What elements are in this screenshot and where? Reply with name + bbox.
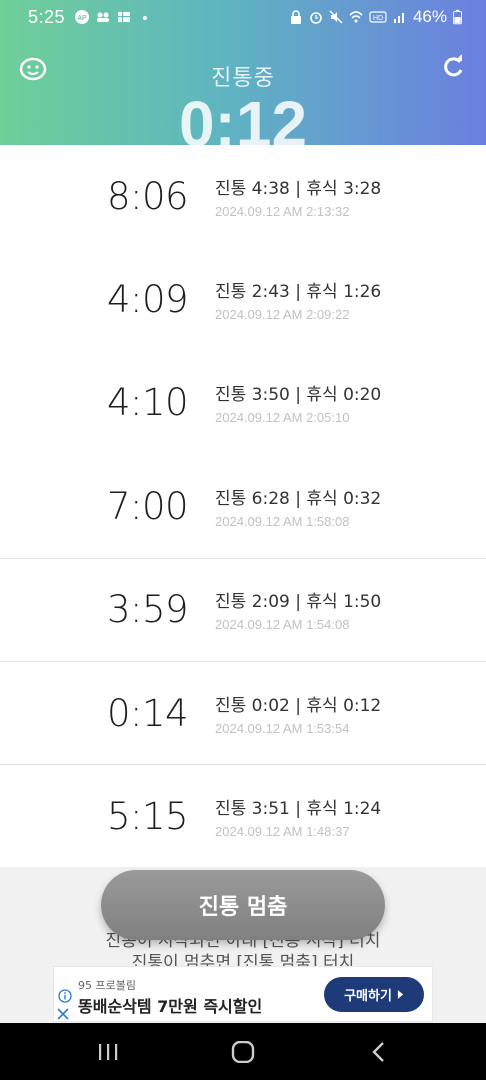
list-item[interactable]: 8:06 진통 4:38 | 휴식 3:28 2024.09.12 AM 2:1… [0, 145, 486, 248]
battery-icon [453, 9, 462, 25]
svg-text:HD: HD [373, 15, 383, 22]
record-total: 4:10 [107, 381, 189, 425]
record-date: 2024.09.12 AM 2:05:10 [215, 410, 350, 426]
record-total: 8:06 [107, 175, 189, 219]
refresh-icon[interactable] [440, 54, 466, 80]
list-item[interactable]: 5:15 진통 3:51 | 휴식 1:24 2024.09.12 AM 1:4… [0, 764, 486, 867]
record-summary: 진통 3:51 | 휴식 1:24 [215, 798, 382, 819]
list-item[interactable]: 0:14 진통 0:02 | 휴식 0:12 2024.09.12 AM 1:5… [0, 660, 486, 764]
record-summary: 진통 0:02 | 휴식 0:12 [215, 695, 382, 716]
record-total: 3:59 [107, 588, 189, 632]
hint-line: 진통이 멈추면 [진통 멈춤] 터치 [131, 953, 355, 966]
record-summary: 진통 2:09 | 휴식 1:50 [215, 592, 382, 613]
ad-banner[interactable]: 95 프로볼림 똥배순삭템 7만원 즉시할인 구매하기 [53, 966, 433, 1022]
mute-icon [329, 10, 343, 24]
navigation-bar [0, 1023, 486, 1080]
record-date: 2024.09.12 AM 2:09:22 [215, 307, 350, 323]
record-date: 2024.09.12 AM 1:58:08 [215, 513, 350, 529]
record-date: 2024.09.12 AM 1:48:37 [215, 823, 350, 839]
alarm-icon [310, 12, 322, 24]
record-summary: 진통 6:28 | 휴식 0:32 [215, 488, 382, 509]
lock-icon [290, 10, 301, 24]
record-date: 2024.09.12 AM 1:53:54 [215, 720, 350, 736]
info-icon[interactable] [58, 989, 72, 1003]
record-date: 2024.09.12 AM 2:13:32 [215, 204, 350, 220]
buy-button[interactable]: 구매하기 [324, 977, 424, 1012]
status-bar: 5:25 AP HD 46% [0, 0, 486, 34]
list-item[interactable]: 7:00 진통 6:28 | 휴식 0:32 2024.09.12 AM 1:5… [0, 455, 486, 558]
close-icon[interactable] [56, 1007, 70, 1021]
back-icon[interactable] [368, 1041, 392, 1063]
app-header: 5:25 AP HD 46% 진통중 0:12 [0, 0, 486, 145]
hd-icon: HD [369, 11, 387, 23]
svg-text:AP: AP [77, 15, 87, 22]
wifi-icon [349, 11, 363, 23]
dot-icon [143, 16, 148, 20]
grid-icon [118, 12, 131, 22]
chevron-right-icon [397, 990, 404, 999]
signal-icon [393, 13, 404, 23]
list-item[interactable]: 4:10 진통 3:50 | 휴식 0:20 2024.09.12 AM 2:0… [0, 351, 486, 454]
record-total: 5:15 [107, 794, 189, 838]
stop-contraction-button[interactable]: 진통 멈춤 [101, 870, 385, 940]
record-list: 8:06 진통 4:38 | 휴식 3:28 2024.09.12 AM 2:1… [0, 145, 486, 867]
people-icon [97, 12, 110, 22]
battery-percent: 46% [412, 7, 447, 26]
home-icon[interactable] [231, 1041, 255, 1063]
list-item[interactable]: 4:09 진통 2:43 | 휴식 1:26 2024.09.12 AM 2:0… [0, 248, 486, 351]
current-timer: 0:12 [178, 88, 308, 145]
record-total: 4:09 [107, 278, 189, 322]
buy-button-label: 구매하기 [344, 989, 392, 1004]
record-summary: 진통 4:38 | 휴식 3:28 [215, 179, 382, 200]
record-date: 2024.09.12 AM 1:54:08 [215, 617, 350, 633]
recent-apps-icon[interactable] [96, 1041, 120, 1063]
record-summary: 진통 3:50 | 휴식 0:20 [215, 385, 382, 406]
ap-icon: AP [75, 10, 90, 24]
record-total: 0:14 [107, 691, 189, 735]
status-time: 5:25 [28, 6, 66, 27]
ad-brand: 95 프로볼림 [78, 979, 136, 992]
list-item[interactable]: 3:59 진통 2:09 | 휴식 1:50 2024.09.12 AM 1:5… [0, 557, 486, 661]
record-total: 7:00 [107, 484, 189, 528]
record-summary: 진통 2:43 | 휴식 1:26 [215, 282, 382, 303]
ad-headline: 똥배순삭템 7만원 즉시할인 [78, 997, 263, 1016]
